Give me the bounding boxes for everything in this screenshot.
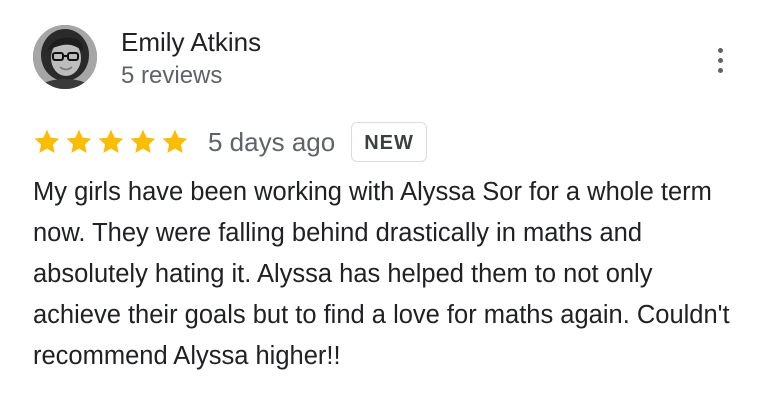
star-icon [130,129,156,153]
more-vert-icon-dot [717,67,723,73]
review-card: Emily Atkins 5 reviews 5 days ago NEW My… [0,0,768,400]
author-name[interactable]: Emily Atkins [121,26,261,58]
star-icon [66,129,92,153]
more-options-button[interactable] [700,40,740,80]
star-icon [162,129,188,153]
more-vert-icon-dot [717,57,723,63]
star-icon [34,129,60,153]
more-vert-icon [717,47,723,53]
new-badge: NEW [351,122,427,162]
author-avatar[interactable] [33,25,97,89]
review-text: My girls have been working with Alyssa S… [33,178,730,370]
rating-row: 5 days ago NEW [32,122,427,162]
star-rating [32,127,190,157]
review-date: 5 days ago [208,127,336,157]
star-icon [98,129,124,153]
author-review-count: 5 reviews [121,62,223,89]
profile-photo-icon [33,25,97,89]
